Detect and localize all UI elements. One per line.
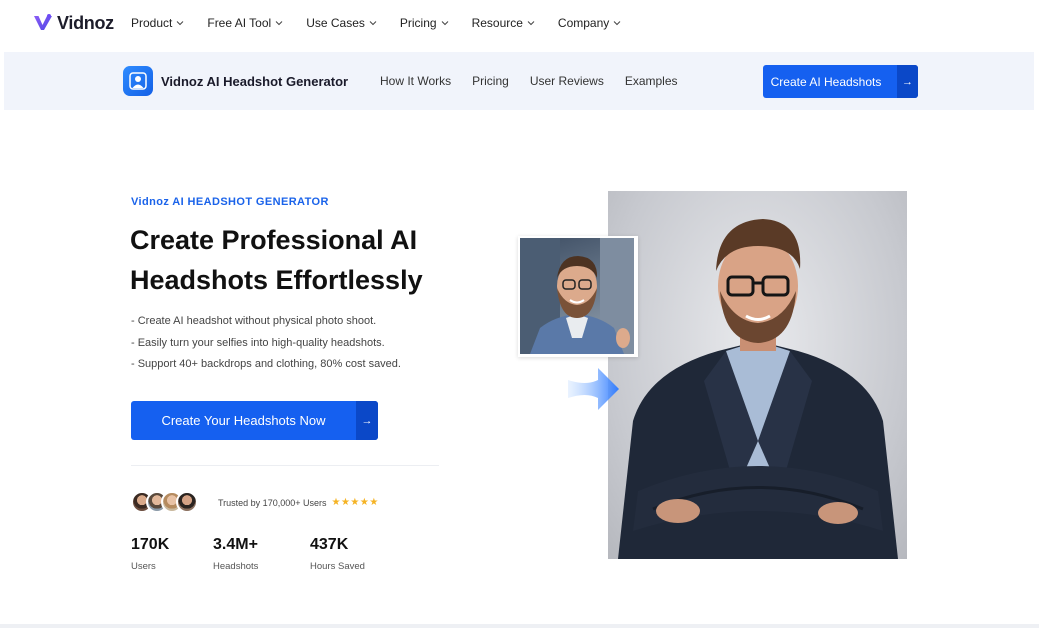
hero-title: Create Professional AI Headshots Effortl… (130, 220, 470, 300)
feature-item: - Create AI headshot without physical ph… (131, 315, 377, 327)
selfie-photo (520, 238, 634, 354)
create-headshots-now-button[interactable]: Create Your Headshots Now → (131, 401, 378, 440)
menu-pricing[interactable]: Pricing (400, 16, 449, 30)
menu-product[interactable]: Product (131, 16, 184, 30)
businessman-illustration (618, 219, 898, 559)
product-title[interactable]: Vidnoz AI Headshot Generator (123, 66, 348, 96)
feature-list: - Create AI headshot without physical ph… (131, 311, 401, 376)
menu-free-ai-tool[interactable]: Free AI Tool (207, 16, 283, 30)
page: Vidnoz Product Free AI Tool Use Cases Pr… (0, 0, 1039, 628)
hero-title-line2: Headshots Effortlessly (130, 265, 423, 295)
chevron-down-icon (527, 21, 535, 26)
professional-headshot-image (608, 191, 907, 559)
star-rating-icon: ★★★★★ (331, 497, 379, 508)
stat-label: Users (131, 561, 156, 572)
divider (131, 465, 439, 466)
chevron-down-icon (613, 21, 621, 26)
button-label: Create AI Headshots (770, 74, 882, 89)
menu-label: Use Cases (306, 16, 365, 30)
chevron-down-icon (275, 21, 283, 26)
stat-headshots: 3.4M+ Headshots (213, 536, 258, 572)
stat-users: 170K Users (131, 536, 169, 572)
user-avatars (131, 491, 198, 513)
stat-value: 170K (131, 536, 170, 553)
stat-label: Hours Saved (310, 561, 365, 572)
subnav-examples[interactable]: Examples (625, 74, 678, 88)
subnav-pricing[interactable]: Pricing (472, 74, 509, 88)
brand-name: Vidnoz (57, 12, 114, 33)
chevron-down-icon (441, 21, 448, 26)
subnav-how-it-works[interactable]: How It Works (380, 74, 451, 88)
chevron-down-icon (177, 21, 184, 26)
menu-label: Product (131, 16, 173, 30)
chevron-down-icon (369, 21, 377, 26)
menu-label: Pricing (399, 16, 437, 30)
subnav-user-reviews[interactable]: User Reviews (530, 74, 604, 88)
casual-man-illustration (520, 238, 634, 354)
menu-use-cases[interactable]: Use Cases (306, 16, 377, 30)
arrow-right-icon: → (897, 65, 918, 98)
menu-resource[interactable]: Resource (472, 16, 535, 30)
top-navigation: Vidnoz Product Free AI Tool Use Cases Pr… (0, 0, 1039, 50)
menu-label: Company (557, 16, 610, 30)
create-ai-headshots-button[interactable]: Create AI Headshots → (763, 65, 918, 98)
page-bottom-edge (0, 624, 1039, 628)
product-subnav: Vidnoz AI Headshot Generator How It Work… (4, 52, 1034, 110)
hero-title-line1: Create Professional AI (130, 225, 418, 255)
feature-item: - Support 40+ backdrops and clothing, 80… (131, 358, 401, 370)
product-name: Vidnoz AI Headshot Generator (161, 73, 349, 89)
menu-label: Resource (471, 16, 523, 30)
portrait-icon (129, 72, 147, 90)
vidnoz-logo-icon (34, 14, 52, 30)
stat-value: 3.4M+ (213, 536, 258, 553)
trusted-text: Trusted by 170,000+ Users (218, 497, 327, 508)
button-label: Create Your Headshots Now (161, 413, 326, 428)
stat-value: 437K (310, 536, 349, 553)
selfie-image (518, 236, 638, 357)
brand-logo[interactable]: Vidnoz (32, 12, 114, 34)
stat-hours-saved: 437K Hours Saved (310, 536, 365, 572)
avatar (176, 491, 198, 513)
stat-label: Headshots (213, 561, 259, 572)
feature-item: - Easily turn your selfies into high-qua… (131, 336, 385, 349)
headshot-generator-icon (123, 66, 153, 96)
hero-eyebrow: Vidnoz AI HEADSHOT GENERATOR (131, 196, 329, 208)
main-menu: Product Free AI Tool Use Cases Pricing R… (131, 16, 644, 30)
arrow-right-icon (568, 368, 619, 410)
arrow-right-icon: → (356, 401, 378, 440)
subnav-links: How It Works Pricing User Reviews Exampl… (380, 74, 699, 88)
menu-label: Free AI Tool (207, 16, 272, 30)
trust-badge: Trusted by 170,000+ Users ★★★★★ (218, 497, 379, 508)
menu-company[interactable]: Company (558, 16, 621, 30)
